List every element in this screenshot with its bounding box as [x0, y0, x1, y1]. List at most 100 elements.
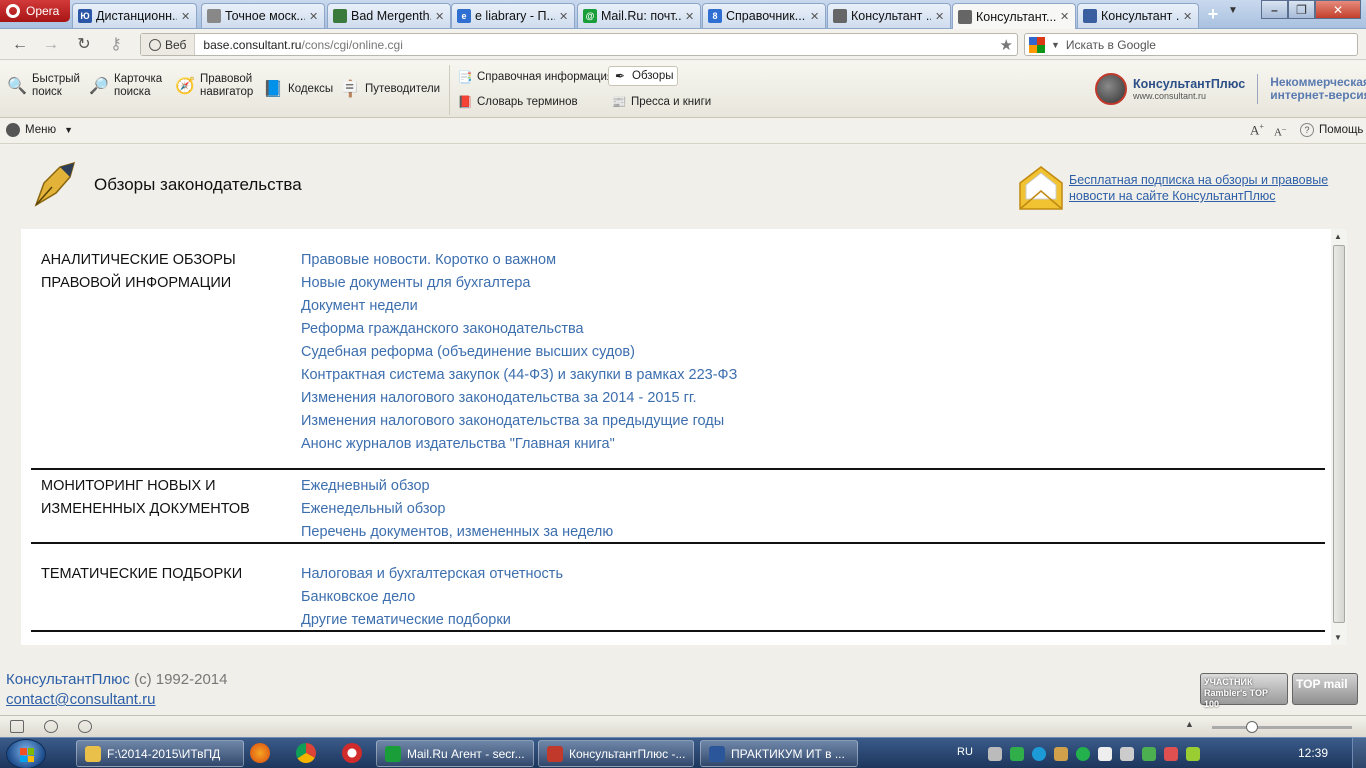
- tray-shield-icon[interactable]: [1142, 747, 1156, 761]
- font-increase-icon[interactable]: A+: [1250, 122, 1264, 138]
- subscription-link[interactable]: Бесплатная подписка на обзоры и правовые…: [1069, 172, 1359, 204]
- tab-close-icon[interactable]: ✕: [559, 10, 569, 23]
- scroll-thumb[interactable]: [1333, 245, 1345, 623]
- tab-close-icon[interactable]: ✕: [1060, 10, 1070, 23]
- search-input[interactable]: ▼ Искать в Google: [1024, 33, 1358, 56]
- review-link[interactable]: Реформа гражданского законодательства: [301, 318, 737, 341]
- tray-app-icon[interactable]: [988, 747, 1002, 761]
- tab-close-icon[interactable]: ✕: [181, 10, 191, 23]
- address-bar[interactable]: Веб base.consultant.ru/cons/cgi/online.c…: [140, 33, 1018, 56]
- press-button[interactable]: 📰 Пресса и книги: [608, 92, 715, 112]
- browser-tab[interactable]: Bad Mergenth... ✕: [327, 3, 451, 28]
- contact-email-link[interactable]: contact@consultant.ru: [6, 691, 155, 708]
- panel-toggle-icon[interactable]: [10, 720, 24, 733]
- maximize-button[interactable]: ❐: [1288, 0, 1315, 19]
- guides-button[interactable]: 🪧 Путеводители: [339, 78, 440, 100]
- browser-tab[interactable]: @ Mail.Ru: почт... ✕: [577, 3, 701, 28]
- codes-button[interactable]: 📘 Кодексы: [262, 78, 333, 100]
- review-link[interactable]: Другие тематические подборки: [301, 609, 563, 632]
- help-button[interactable]: ? Помощь: [1300, 123, 1363, 137]
- tab-close-icon[interactable]: ✕: [1183, 10, 1193, 23]
- battery-icon[interactable]: [1186, 747, 1200, 761]
- opera-icon[interactable]: [342, 743, 362, 763]
- zoom-slider[interactable]: [1212, 726, 1352, 729]
- forward-icon[interactable]: →: [41, 35, 61, 55]
- font-decrease-icon[interactable]: A–: [1274, 124, 1286, 139]
- bookmark-star-icon[interactable]: ★: [1000, 36, 1013, 54]
- url-text[interactable]: base.consultant.ru/cons/cgi/online.cgi: [195, 38, 402, 52]
- envelope-icon[interactable]: [1018, 165, 1064, 211]
- search-card-button[interactable]: 🔎 Карточка поиска: [88, 73, 168, 99]
- tray-agent-icon[interactable]: [1076, 747, 1090, 761]
- taskbar-button[interactable]: Mail.Ru Агент - secr...: [376, 740, 534, 767]
- new-tab-button[interactable]: +: [1203, 5, 1223, 25]
- review-link[interactable]: Документ недели: [301, 295, 737, 318]
- tab-close-icon[interactable]: ✕: [435, 10, 445, 23]
- vertical-scrollbar[interactable]: ▲ ▼: [1331, 229, 1347, 645]
- network-icon[interactable]: [1120, 747, 1134, 761]
- review-link[interactable]: Налоговая и бухгалтерская отчетность: [301, 563, 563, 586]
- signal-icon[interactable]: [1098, 747, 1112, 761]
- reference-info-button[interactable]: 📑 Справочная информация: [454, 67, 617, 87]
- language-indicator[interactable]: RU: [957, 746, 973, 758]
- browser-tab[interactable]: e e liabrary - П... ✕: [451, 3, 575, 28]
- consultant-brand[interactable]: КонсультантПлюс www.consultant.ru Некомм…: [1095, 73, 1366, 105]
- speed-icon[interactable]: [78, 720, 92, 733]
- zoom-slider-knob[interactable]: [1246, 721, 1258, 733]
- show-desktop-button[interactable]: [1352, 738, 1366, 768]
- start-button[interactable]: [6, 739, 46, 768]
- minimize-button[interactable]: –: [1261, 0, 1288, 19]
- review-link[interactable]: Еженедельный обзор: [301, 498, 613, 521]
- review-link[interactable]: Перечень документов, измененных за недел…: [301, 521, 613, 544]
- back-icon[interactable]: ←: [10, 35, 30, 55]
- review-link[interactable]: Ежедневный обзор: [301, 475, 613, 498]
- firefox-icon[interactable]: [250, 743, 270, 763]
- scroll-down-icon[interactable]: ▼: [1334, 633, 1342, 642]
- site-info-badge[interactable]: Веб: [141, 34, 196, 55]
- browser-tab[interactable]: Точное моск... ✕: [201, 3, 325, 28]
- tray-skype-icon[interactable]: [1032, 747, 1046, 761]
- view-caret-icon[interactable]: ▲: [1185, 719, 1194, 729]
- chrome-icon[interactable]: [296, 743, 316, 763]
- clock[interactable]: 12:39: [1298, 746, 1328, 760]
- mute-icon[interactable]: [1164, 747, 1178, 761]
- tab-list-icon[interactable]: ▼: [1228, 5, 1238, 16]
- review-link[interactable]: Новые документы для бухгалтера: [301, 272, 737, 295]
- review-link[interactable]: Контрактная система закупок (44-ФЗ) и за…: [301, 364, 737, 387]
- review-link[interactable]: Судебная реформа (объединение высших суд…: [301, 341, 737, 364]
- opera-menu-button[interactable]: Opera: [0, 0, 70, 22]
- browser-tab[interactable]: Консультант ... ✕: [827, 3, 951, 28]
- taskbar-button[interactable]: ПРАКТИКУМ ИТ в ...: [700, 740, 858, 767]
- speaker-icon[interactable]: [1054, 747, 1068, 761]
- review-link[interactable]: Изменения налогового законодательства за…: [301, 410, 737, 433]
- reviews-button[interactable]: ✒ Обзоры: [608, 66, 679, 86]
- browser-tab[interactable]: 8 Справочник... ✕: [702, 3, 826, 28]
- review-link[interactable]: Изменения налогового законодательства за…: [301, 387, 737, 410]
- topmail-badge[interactable]: TOP mail: [1292, 673, 1358, 705]
- reload-icon[interactable]: ↻: [74, 35, 94, 55]
- key-icon[interactable]: ⚷: [106, 35, 126, 55]
- review-link[interactable]: Анонс журналов издательства "Главная кни…: [301, 433, 737, 456]
- browser-tab[interactable]: Консультант... ✕: [952, 3, 1076, 29]
- search-engine-caret-icon[interactable]: ▼: [1051, 40, 1060, 50]
- dictionary-button[interactable]: 📕 Словарь терминов: [454, 92, 582, 112]
- legal-navigator-button[interactable]: 🧭 Правовой навигатор: [174, 73, 260, 99]
- turbo-icon[interactable]: [44, 720, 58, 733]
- menu-button[interactable]: Меню ▼: [6, 123, 73, 137]
- review-link[interactable]: Правовые новости. Коротко о важном: [301, 249, 737, 272]
- tray-update-icon[interactable]: [1010, 747, 1024, 761]
- scroll-up-icon[interactable]: ▲: [1334, 232, 1342, 241]
- review-link[interactable]: Банковское дело: [301, 586, 563, 609]
- rambler-top100-badge[interactable]: УЧАСТНИК Rambler's TOP 100: [1200, 673, 1288, 709]
- taskbar-button[interactable]: КонсультантПлюс -...: [538, 740, 694, 767]
- tab-close-icon[interactable]: ✕: [935, 10, 945, 23]
- tab-close-icon[interactable]: ✕: [810, 10, 820, 23]
- copyright-brand[interactable]: КонсультантПлюс: [6, 671, 130, 688]
- taskbar-button[interactable]: F:\2014-2015\ИТвПД: [76, 740, 244, 767]
- browser-tab[interactable]: Консультант ... ✕: [1077, 3, 1199, 28]
- browser-tab[interactable]: Ю Дистанционн... ✕: [72, 3, 197, 28]
- quick-search-button[interactable]: 🔍 Быстрый поиск: [6, 73, 82, 99]
- tab-close-icon[interactable]: ✕: [685, 10, 695, 23]
- tab-close-icon[interactable]: ✕: [309, 10, 319, 23]
- close-window-button[interactable]: ✕: [1315, 0, 1361, 19]
